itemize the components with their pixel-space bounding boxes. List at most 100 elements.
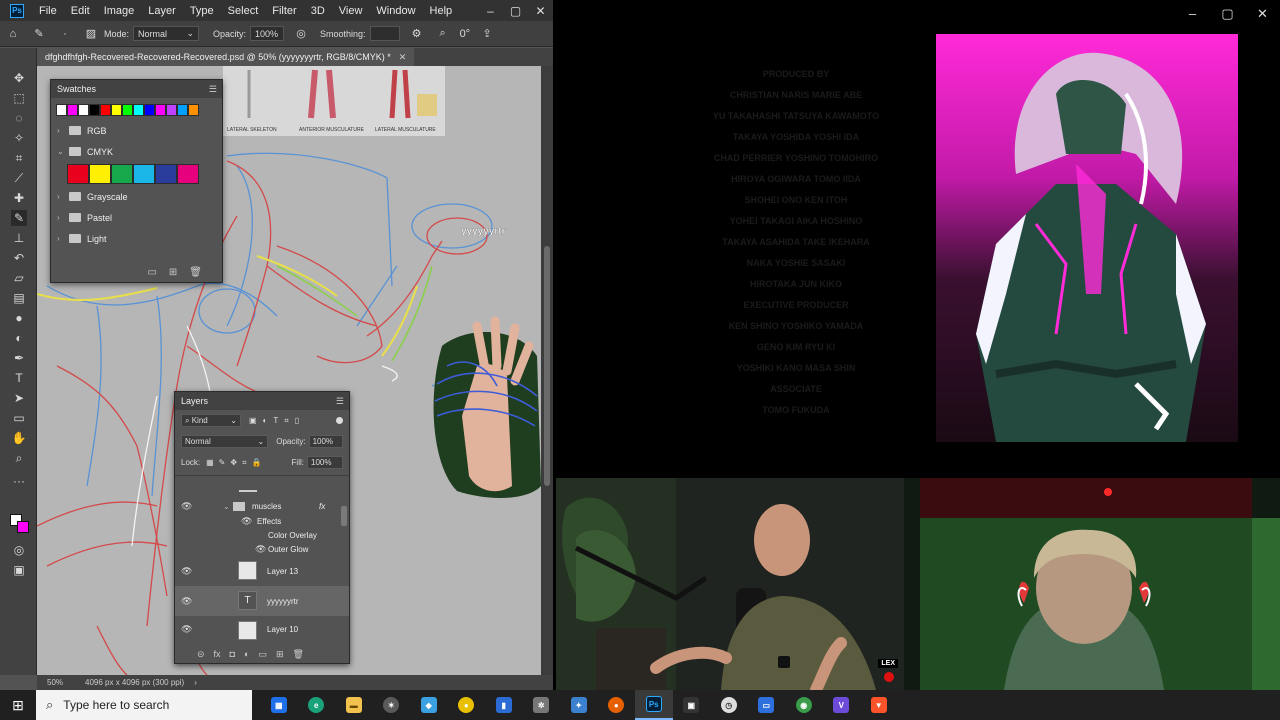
add-mask-icon[interactable]: ◘ — [230, 649, 235, 660]
pressure-opacity-icon[interactable]: ◎ — [292, 25, 310, 43]
layers-scrollbar-thumb[interactable] — [341, 506, 347, 526]
pen-tool-icon[interactable]: ✒ — [11, 350, 27, 366]
swatch-chip[interactable] — [111, 104, 122, 116]
chevron-down-icon[interactable]: ⌄ — [223, 502, 230, 511]
fx-icon[interactable]: fx — [214, 649, 221, 660]
photoshop-taskbar-icon[interactable]: Ps — [635, 690, 673, 720]
move-tool-icon[interactable]: ✥ — [11, 70, 27, 86]
smoothing-settings-icon[interactable]: ⚙ — [408, 25, 426, 43]
swatch-chip[interactable] — [67, 164, 89, 184]
file-explorer-icon[interactable]: ▬ — [335, 690, 373, 720]
v-app-icon[interactable]: V — [823, 690, 861, 720]
swatch-group-grayscale[interactable]: › Grayscale — [51, 186, 222, 207]
trash-icon[interactable]: 🗑 — [189, 267, 202, 278]
pencil-tool-preset-icon[interactable]: ✎ — [30, 25, 48, 43]
swatch-chip[interactable] — [67, 104, 78, 116]
canvas-vertical-scrollbar[interactable] — [541, 66, 553, 675]
opacity-field[interactable]: 100% — [250, 26, 285, 41]
smoothing-field[interactable] — [369, 26, 400, 41]
new-group-icon[interactable]: ▭ — [258, 649, 267, 660]
fx-icon[interactable]: fx — [319, 502, 325, 511]
menu-view[interactable]: View — [332, 5, 370, 17]
visibility-eye-icon[interactable]: 👁 — [181, 596, 192, 607]
eraser-tool-icon[interactable]: ▱ — [11, 270, 27, 286]
close-icon[interactable]: ✕ — [528, 4, 553, 18]
layer-row-layer-10[interactable]: 👁 Layer 10 — [175, 616, 349, 642]
share-icon[interactable]: ⇪ — [478, 25, 496, 43]
link-layers-icon[interactable]: ⊝ — [197, 649, 205, 660]
maximize-icon[interactable]: ▢ — [503, 4, 528, 18]
swatch-chip[interactable] — [122, 104, 133, 116]
type-tool-icon[interactable]: T — [11, 370, 27, 386]
windows-start-icon[interactable]: ⊞ — [0, 690, 36, 720]
brush-size-icon[interactable]: · — [56, 25, 74, 43]
maximize-icon[interactable]: ▢ — [1210, 6, 1245, 22]
path-select-icon[interactable]: ➤ — [11, 390, 27, 406]
firefox-icon[interactable]: ● — [598, 690, 636, 720]
dark-app-icon[interactable]: ▣ — [673, 690, 711, 720]
brave-icon[interactable]: ▼ — [860, 690, 898, 720]
lock-icons[interactable]: ▦✎✥⌗🔒 — [206, 458, 266, 468]
angle-field[interactable]: 0° — [460, 25, 471, 43]
layer-row-outer-glow[interactable]: 👁 Outer Glow — [175, 542, 349, 556]
pencil-tool-icon[interactable]: ✎ — [11, 210, 27, 226]
swatch-chip[interactable] — [177, 104, 188, 116]
chrome-icon[interactable]: ◉ — [785, 690, 823, 720]
swatch-chip[interactable] — [56, 104, 67, 116]
filter-type-icons[interactable]: ▣◐T⌗▯ — [249, 416, 305, 426]
blur-tool-icon[interactable]: ● — [11, 310, 27, 326]
blend-mode-select[interactable]: Normal ⌄ — [181, 435, 269, 448]
new-swatch-icon[interactable]: ⊞ — [169, 267, 177, 278]
visibility-eye-icon[interactable]: 👁 — [181, 566, 192, 577]
podcast-video-feed[interactable]: LEX — [556, 478, 904, 690]
rectangle-tool-icon[interactable]: ▭ — [11, 410, 27, 426]
task-view-icon[interactable]: ▦ — [260, 690, 298, 720]
streamer-webcam-feed[interactable] — [904, 478, 1280, 690]
badge-app-icon[interactable]: ✶ — [373, 690, 411, 720]
new-group-icon[interactable]: ▭ — [147, 267, 156, 278]
menu-window[interactable]: Window — [369, 5, 422, 17]
gradient-tool-icon[interactable]: ▤ — [11, 290, 27, 306]
chevron-right-icon[interactable]: › — [194, 678, 197, 687]
blue-app-icon[interactable]: ◆ — [410, 690, 448, 720]
menu-3d[interactable]: 3D — [304, 5, 332, 17]
gear-app-icon[interactable]: ✲ — [523, 690, 561, 720]
search-icon[interactable]: ⌕ — [434, 25, 452, 43]
adjustment-layer-icon[interactable]: ◐ — [244, 649, 249, 660]
marquee-tool-icon[interactable]: ⬚ — [11, 90, 27, 106]
fill-field[interactable]: 100% — [307, 456, 343, 469]
menu-image[interactable]: Image — [97, 5, 142, 17]
swatch-chip[interactable] — [78, 104, 89, 116]
menu-type[interactable]: Type — [183, 5, 221, 17]
swatch-chip[interactable] — [111, 164, 133, 184]
menu-select[interactable]: Select — [221, 5, 266, 17]
swatch-chip[interactable] — [133, 104, 144, 116]
scrollbar-thumb[interactable] — [544, 246, 550, 486]
menu-file[interactable]: File — [32, 5, 64, 17]
visibility-eye-icon[interactable]: 👁 — [181, 501, 192, 512]
mode-select[interactable]: Normal ⌄ — [133, 26, 200, 41]
quick-mask-icon[interactable]: ◎ — [11, 542, 27, 558]
window-app-icon[interactable]: ▭ — [748, 690, 786, 720]
new-layer-icon[interactable]: ⊞ — [276, 649, 284, 660]
tips-app-icon[interactable]: ● — [448, 690, 486, 720]
panel-menu-icon[interactable]: ☰ — [209, 84, 217, 95]
minimize-icon[interactable]: – — [1175, 6, 1210, 21]
layer-opacity-field[interactable]: 100% — [308, 435, 343, 448]
zoom-level[interactable]: 50% — [47, 678, 63, 687]
visibility-eye-icon[interactable]: 👁 — [181, 624, 192, 635]
more-tools-icon[interactable]: ··· — [11, 473, 27, 489]
swatch-group-cmyk[interactable]: ⌄ CMYK — [51, 141, 222, 162]
trash-icon[interactable]: 🗑 — [293, 649, 304, 660]
layer-row-color-overlay[interactable]: Color Overlay — [175, 528, 349, 542]
layer-row-effects[interactable]: 👁 Effects — [175, 514, 349, 528]
swatch-chip[interactable] — [89, 164, 111, 184]
swatch-chip[interactable] — [144, 104, 155, 116]
swatch-chip[interactable] — [188, 104, 199, 116]
menu-filter[interactable]: Filter — [265, 5, 303, 17]
layer-row-text-selected[interactable]: 👁 T yyyyyyrtr — [175, 586, 349, 616]
swatch-chip[interactable] — [155, 104, 166, 116]
zoom-tool-icon[interactable]: ⌕ — [11, 450, 27, 466]
screen-mode-icon[interactable]: ▣ — [11, 562, 27, 578]
filter-toggle-icon[interactable] — [336, 417, 343, 424]
